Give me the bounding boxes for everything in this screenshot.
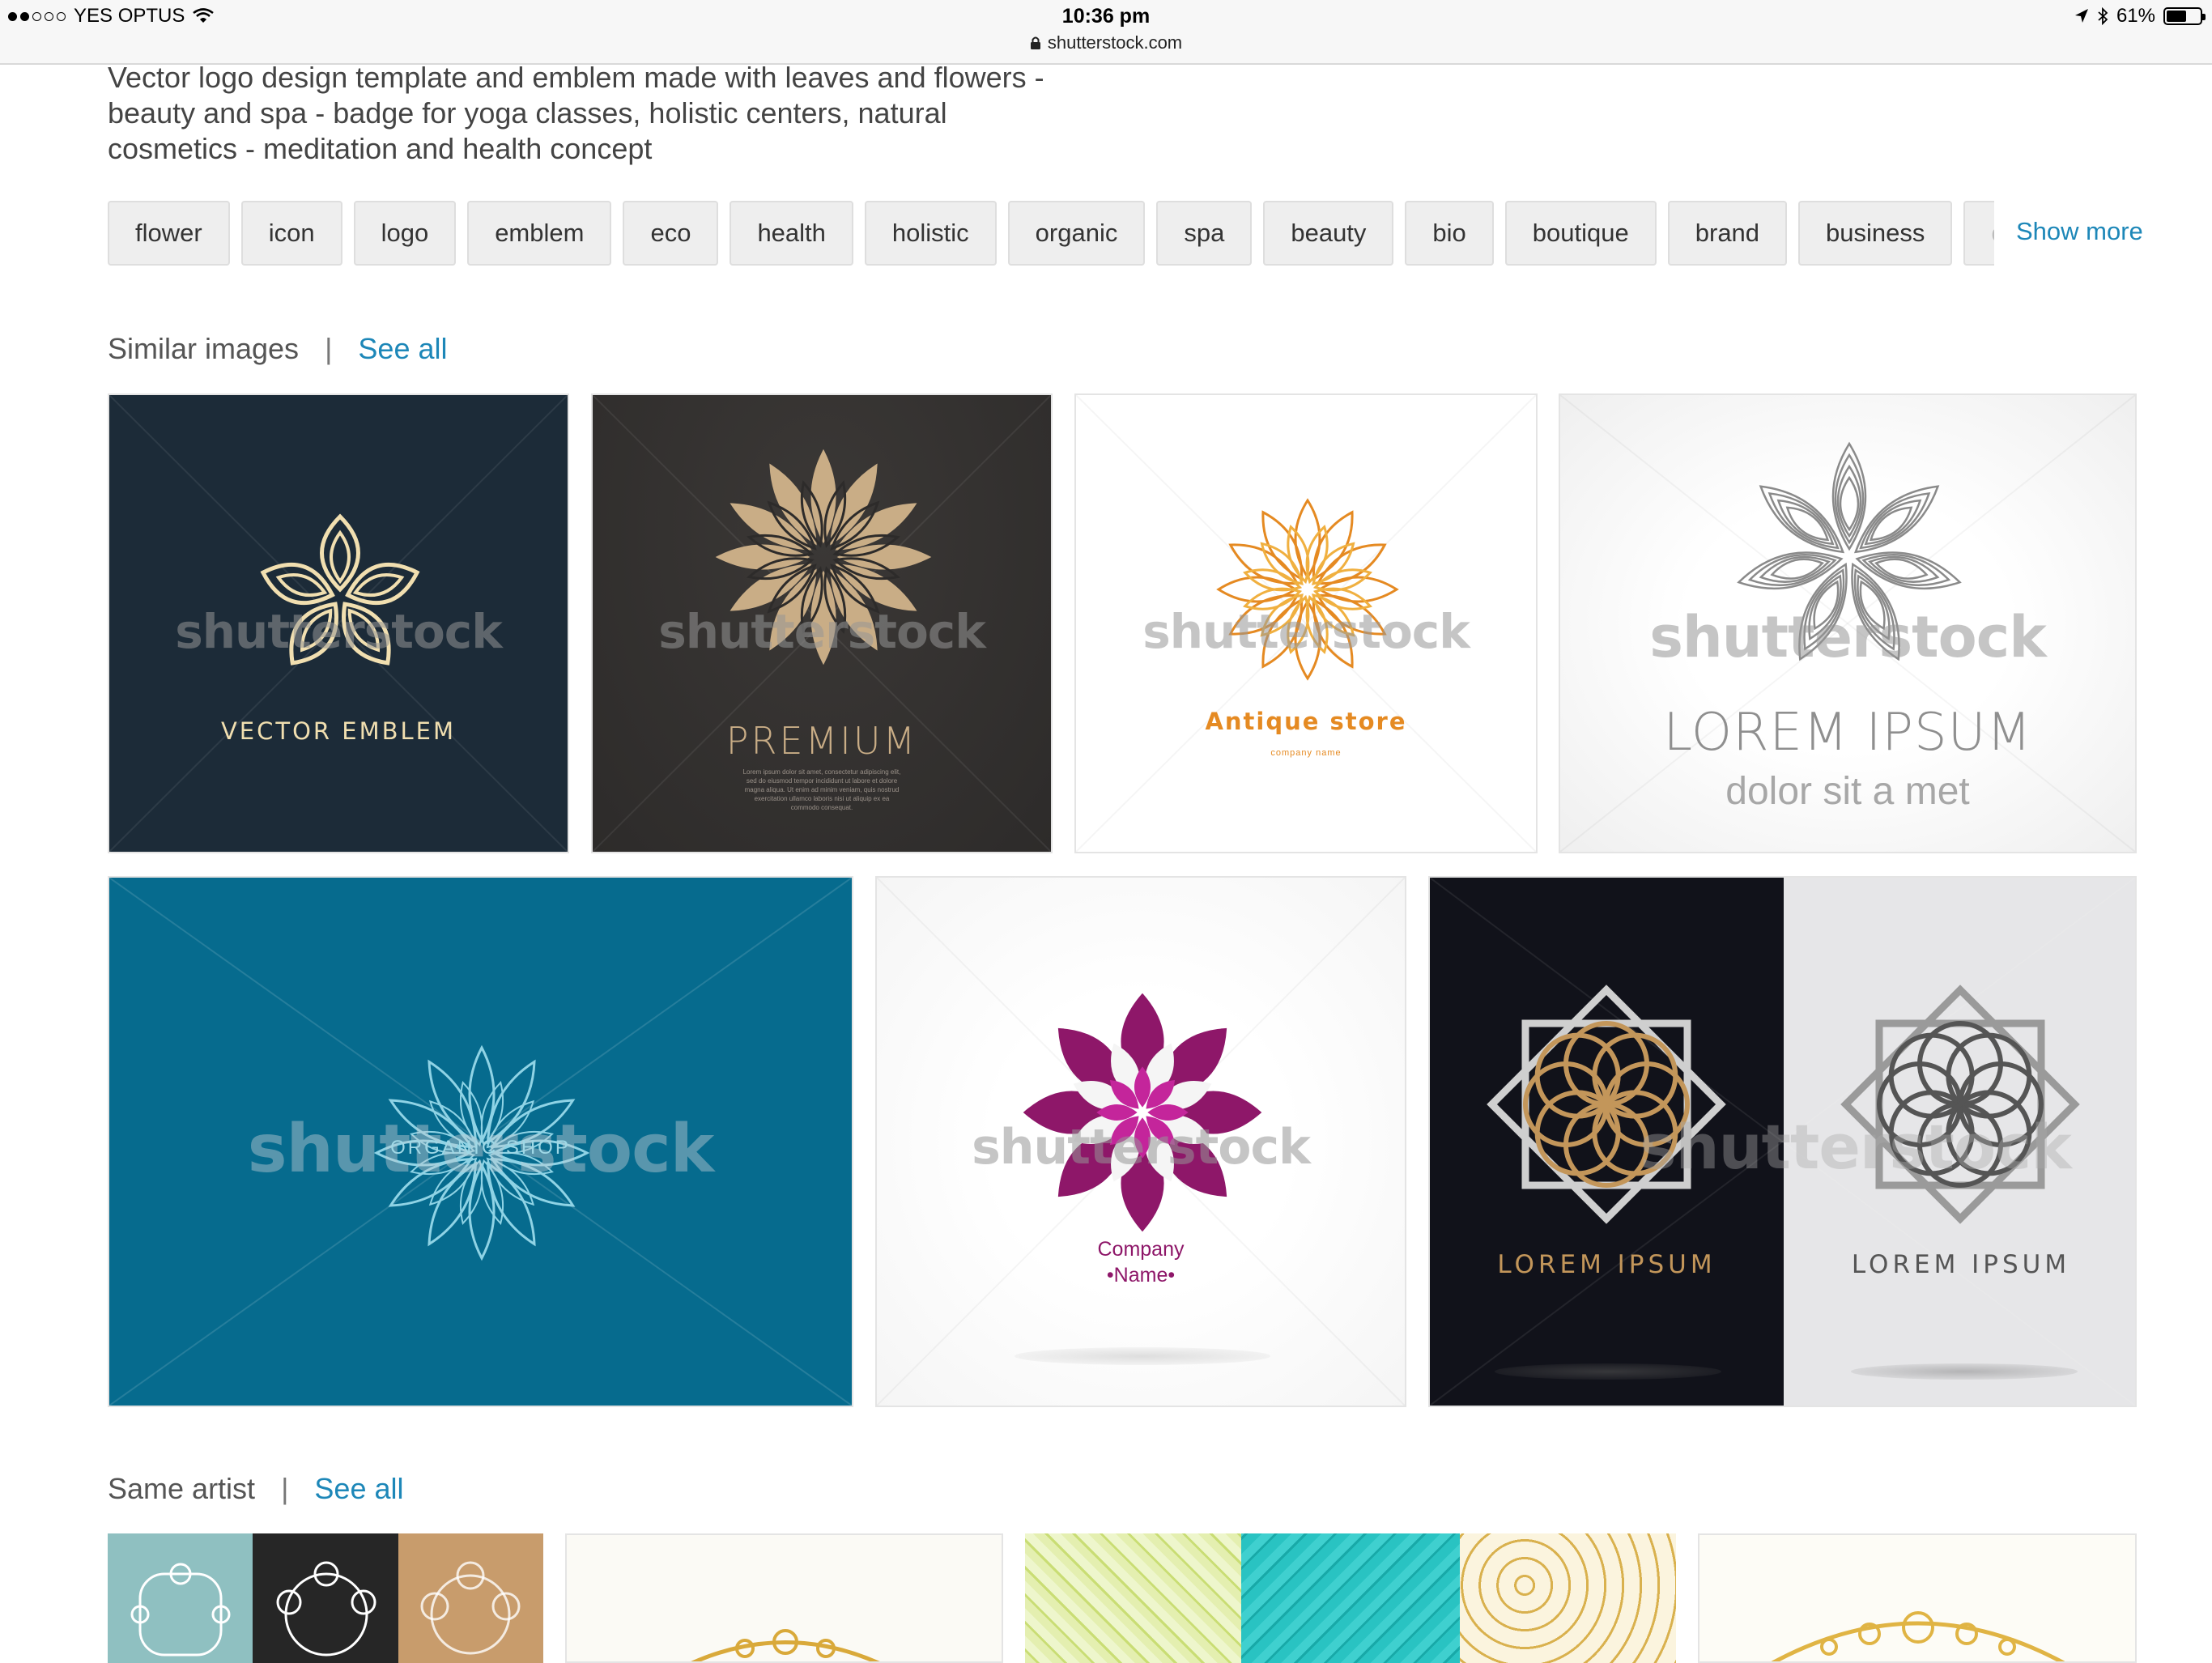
keyword-chip[interactable]: health [730, 201, 853, 266]
address-bar[interactable]: shutterstock.com [0, 32, 2212, 53]
battery-icon [2163, 7, 2206, 25]
keyword-chip[interactable]: organic [1007, 201, 1146, 266]
tile-subtext: dolor sit a met [1725, 770, 1970, 813]
watermark: shutterstock [175, 604, 503, 659]
lotus-emblem-icon [260, 513, 420, 666]
gold-pattern-panel [1460, 1533, 1676, 1663]
battery-percent: 61% [2116, 5, 2155, 27]
url-text: shutterstock.com [1047, 32, 1183, 53]
clock: 10:36 pm [1061, 5, 1151, 28]
image-tile[interactable] [108, 1533, 543, 1663]
image-description: Vector logo design template and emblem m… [108, 61, 1044, 165]
keyword-chip[interactable]: eco [623, 201, 719, 266]
separator: | [325, 332, 333, 365]
flower-emblem-icon [1023, 993, 1262, 1232]
tile-caption: LOREM IPSUM [1851, 1250, 2071, 1279]
see-all-link[interactable]: See all [358, 332, 447, 366]
image-tile[interactable]: shutterstock Company •Name• [875, 876, 1406, 1407]
image-tile[interactable]: shutterstock ORGANIC SHOP [108, 876, 853, 1407]
section-title: Similar images [108, 332, 300, 365]
shadow [1851, 1363, 2078, 1380]
leaf-pattern-panel [1025, 1533, 1241, 1663]
image-tile[interactable]: shutterstock PREMIUM Lorem ipsum dolor s… [591, 393, 1053, 853]
shadow [1495, 1363, 1721, 1380]
floral-wreath-icon [691, 1629, 880, 1661]
image-tile[interactable]: shutterstock VECTOR EMBLEM [108, 393, 569, 853]
keyword-chip[interactable]: logo [353, 201, 457, 266]
ornament-frame-icon [420, 1561, 521, 1655]
keyword-chip[interactable]: brand [1667, 201, 1788, 266]
location-arrow-icon [2074, 9, 2088, 23]
keyword-chip[interactable]: emblem [467, 201, 612, 266]
image-tile[interactable]: shutterstock Antique store company name [1074, 393, 1538, 853]
keyword-chip[interactable]: spa [1156, 201, 1253, 266]
geometric-flower-grey-icon [1840, 985, 2080, 1224]
see-all-link[interactable]: See all [314, 1472, 403, 1506]
keyword-chip[interactable]: boutique [1504, 201, 1657, 266]
ornament-frame-icon [276, 1561, 376, 1657]
tile-subtext-name: Name [1113, 1264, 1168, 1287]
image-tile[interactable] [1025, 1533, 1676, 1663]
keyword-chip[interactable]: icon [240, 201, 342, 266]
tile-subtext: Lorem ipsum dolor sit amet, consectetur … [742, 768, 901, 811]
teal-pattern-panel [1241, 1533, 1460, 1663]
battery-fill [2167, 11, 2186, 22]
watermark: shutterstock [1640, 1111, 2072, 1183]
tile-caption: ORGANIC SHOP [390, 1137, 571, 1159]
bluetooth-icon [2098, 7, 2108, 25]
keyword-chip[interactable]: c [1963, 201, 1994, 266]
keyword-chip[interactable]: flower [108, 201, 230, 266]
ornament-frame-icon [130, 1563, 231, 1657]
status-right: 61% [2074, 5, 2206, 28]
tile-subtext: •Name• [1106, 1264, 1176, 1287]
watermark: shutterstock [972, 1119, 1311, 1176]
image-tile[interactable] [565, 1533, 1003, 1663]
image-tile[interactable]: shutterstock LOREM IPSUM dolor sit a met [1559, 393, 2137, 853]
status-bar: YES OPTUS 10:36 pm shutterstock.com 61% [0, 0, 2212, 65]
keyword-chip[interactable]: bio [1405, 201, 1494, 266]
floral-wreath-icon [1771, 1611, 2065, 1661]
similar-images-header: Similar images | See all [108, 332, 448, 366]
image-tile[interactable]: shutterstock LOREM IPSUM LOREM IPSUM [1428, 876, 2137, 1407]
show-more-link[interactable]: Show more [2016, 217, 2143, 246]
same-artist-header: Same artist | See all [108, 1472, 404, 1506]
tile-caption: LOREM IPSUM [1497, 1250, 1716, 1279]
tile-caption: Antique store [1205, 708, 1407, 735]
separator: | [281, 1472, 289, 1505]
section-title: Same artist [108, 1472, 256, 1505]
watermark: shutterstock [1649, 604, 2047, 670]
tile-subtext: company name [1270, 748, 1342, 758]
watermark: shutterstock [658, 604, 986, 659]
tile-caption: PREMIUM [725, 719, 918, 763]
lock-icon [1030, 36, 1040, 49]
tile-caption: VECTOR EMBLEM [220, 717, 457, 745]
watermark: shutterstock [1142, 604, 1470, 659]
tile-caption: LOREM IPSUM [1663, 703, 2032, 763]
image-tile[interactable] [1698, 1533, 2137, 1663]
keyword-chip[interactable]: business [1798, 201, 1953, 266]
keyword-chip[interactable]: beauty [1263, 201, 1394, 266]
tile-caption: Company [1097, 1238, 1185, 1261]
keyword-list: flower icon logo emblem eco health holis… [108, 201, 1994, 267]
keyword-chip[interactable]: holistic [864, 201, 997, 266]
geometric-flower-gold-icon [1487, 985, 1726, 1224]
shadow [1015, 1347, 1270, 1365]
